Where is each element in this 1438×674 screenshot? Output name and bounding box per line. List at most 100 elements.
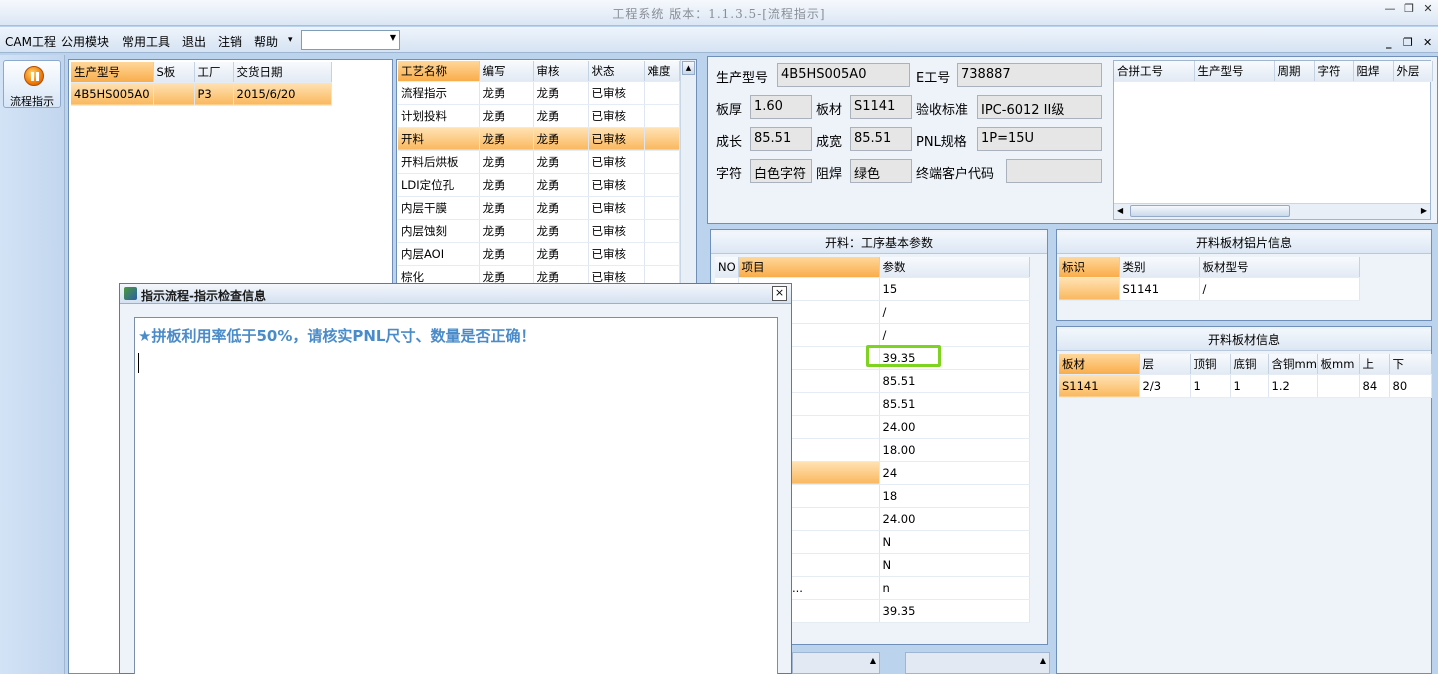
table-row[interactable]: 流程指示 龙勇 龙勇 已审核 bbox=[398, 81, 680, 105]
table-row[interactable]: 内层干膜 龙勇 龙勇 已审核 bbox=[398, 196, 680, 220]
sheet-header[interactable]: 板mm bbox=[1317, 354, 1360, 375]
bottom-scrollbar-left[interactable]: ▲ bbox=[792, 652, 880, 674]
params-header-value[interactable]: 参数 bbox=[879, 257, 1030, 278]
menu-logout[interactable]: 注销 bbox=[218, 33, 242, 50]
minimize-icon[interactable]: — bbox=[1382, 2, 1398, 16]
param-cell: 15 bbox=[879, 277, 1030, 301]
sheet-header[interactable]: 层 bbox=[1139, 354, 1191, 375]
params-header-item[interactable]: 项目 bbox=[738, 257, 880, 278]
sheet-header[interactable]: 顶铜 bbox=[1190, 354, 1231, 375]
orders-header-s[interactable]: S板 bbox=[153, 62, 195, 83]
table-row[interactable]: 4B5HS005A0 P3 2015/6/20 bbox=[71, 82, 332, 106]
sheet-header[interactable]: 下 bbox=[1389, 354, 1432, 375]
process-header-reviewer[interactable]: 审核 bbox=[533, 61, 589, 82]
sheet-header[interactable]: 底铜 bbox=[1230, 354, 1269, 375]
merge-header-job[interactable]: 合拼工号 bbox=[1114, 61, 1195, 82]
dialog-title: 指示流程-指示检查信息 bbox=[141, 289, 266, 303]
process-cell: 龙勇 bbox=[479, 104, 534, 128]
merge-header-model[interactable]: 生产型号 bbox=[1194, 61, 1275, 82]
process-guide-label: 流程指示 bbox=[10, 95, 54, 108]
alu-header-mark[interactable]: 标识 bbox=[1059, 257, 1120, 278]
chevron-down-icon[interactable]: ▼ bbox=[390, 33, 396, 42]
table-row[interactable]: LDI定位孔 龙勇 龙勇 已审核 bbox=[398, 173, 680, 197]
title-bar: 工程系统 版本：1.1.3.5-[流程指示] — ❐ ✕ bbox=[0, 0, 1438, 26]
scroll-thumb[interactable] bbox=[1130, 205, 1290, 217]
alu-header-type[interactable]: 类别 bbox=[1119, 257, 1200, 278]
sheet-cell: 2/3 bbox=[1139, 374, 1191, 398]
message-textarea[interactable]: ★拼板利用率低于50%，请核实PNL尺寸、数量是否正确！ bbox=[134, 317, 778, 674]
scroll-right-icon[interactable]: ▶ bbox=[1421, 206, 1427, 215]
char-label: 字符 bbox=[716, 167, 743, 182]
pnl-field[interactable]: 1P=15U bbox=[977, 127, 1102, 151]
orders-header-factory[interactable]: 工厂 bbox=[194, 62, 234, 83]
table-row[interactable]: 内层蚀刻 龙勇 龙勇 已审核 bbox=[398, 219, 680, 243]
dialog-title-bar[interactable]: 指示流程-指示检查信息 × bbox=[120, 284, 791, 304]
merge-panel: 合拼工号 生产型号 周期 字符 阻焊 外层 ◀ ▶ bbox=[1113, 60, 1433, 220]
sheet-header[interactable]: 板材 bbox=[1059, 354, 1140, 375]
scroll-up-icon[interactable]: ▲ bbox=[870, 656, 876, 665]
alu-cell: / bbox=[1199, 277, 1360, 301]
standard-field[interactable]: IPC-6012 II级 bbox=[977, 95, 1102, 119]
e-no-label: E工号 bbox=[916, 71, 951, 86]
process-panel: 工艺名称 编写 审核 状态 难度 流程指示 龙勇 龙勇 已审核 计划投料 龙勇 龙勇 已审核开… bbox=[396, 59, 697, 289]
scroll-up-icon[interactable]: ▲ bbox=[682, 61, 695, 75]
customer-field[interactable] bbox=[1006, 159, 1102, 183]
char-field[interactable]: 白色字符 bbox=[750, 159, 812, 183]
chevron-down-icon[interactable]: ▾ bbox=[288, 35, 293, 45]
scroll-up-icon[interactable]: ▲ bbox=[1040, 656, 1046, 665]
menu-common-tools[interactable]: 常用工具 bbox=[122, 33, 170, 50]
merge-header-mask[interactable]: 阻焊 bbox=[1353, 61, 1394, 82]
merge-header-char[interactable]: 字符 bbox=[1314, 61, 1354, 82]
close-icon[interactable]: × bbox=[772, 286, 787, 301]
mdi-restore-icon[interactable]: ❐ bbox=[1403, 36, 1413, 49]
table-row[interactable]: 计划投料 龙勇 龙勇 已审核 bbox=[398, 104, 680, 128]
process-cell: 已审核 bbox=[588, 173, 645, 197]
params-header-no[interactable]: NO bbox=[715, 257, 739, 278]
params-title: 开料：工序基本参数 bbox=[711, 232, 1047, 254]
table-row[interactable]: 开料 龙勇 龙勇 已审核 bbox=[398, 127, 680, 151]
process-header-difficulty[interactable]: 难度 bbox=[644, 61, 680, 82]
menu-cam[interactable]: CAM工程 bbox=[5, 33, 56, 50]
e-no-field[interactable]: 738887 bbox=[957, 63, 1102, 87]
merge-hscrollbar[interactable]: ◀ ▶ bbox=[1114, 203, 1430, 219]
menu-exit[interactable]: 退出 bbox=[182, 33, 206, 50]
thickness-field[interactable]: 1.60 bbox=[750, 95, 812, 119]
bottom-scrollbar-right[interactable]: ▲ bbox=[905, 652, 1050, 674]
process-header-writer[interactable]: 编写 bbox=[479, 61, 534, 82]
mdi-minimize-icon[interactable]: _ bbox=[1386, 36, 1392, 49]
menu-bar: CAM工程 公用模块 常用工具 退出 注销 帮助 ▾ bbox=[0, 27, 1438, 53]
process-header-status[interactable]: 状态 bbox=[588, 61, 645, 82]
sheet-header[interactable]: 含铜mm bbox=[1268, 354, 1318, 375]
table-row[interactable]: 内层AOI 龙勇 龙勇 已审核 bbox=[398, 242, 680, 266]
restore-icon[interactable]: ❐ bbox=[1401, 2, 1417, 16]
alu-header-model[interactable]: 板材型号 bbox=[1199, 257, 1360, 278]
width-field[interactable]: 85.51 bbox=[850, 127, 912, 151]
table-row[interactable]: S1141 2/3 1 1 1.2 84 80 bbox=[1059, 374, 1432, 398]
process-guide-button[interactable]: 流程指示 bbox=[3, 60, 61, 108]
mdi-close-icon[interactable]: ✕ bbox=[1423, 36, 1432, 49]
orders-header-date[interactable]: 交货日期 bbox=[233, 62, 332, 83]
process-header-name[interactable]: 工艺名称 bbox=[398, 61, 480, 82]
toolbar-combo[interactable]: ▼ bbox=[301, 30, 400, 50]
left-navbar: 流程指示 bbox=[0, 55, 65, 674]
menu-help[interactable]: 帮助 bbox=[254, 33, 278, 50]
order-date: 2015/6/20 bbox=[233, 82, 332, 106]
merge-header-period[interactable]: 周期 bbox=[1274, 61, 1315, 82]
material-field[interactable]: S1141 bbox=[850, 95, 912, 119]
table-row[interactable]: 开料后烘板 龙勇 龙勇 已审核 bbox=[398, 150, 680, 174]
length-field[interactable]: 85.51 bbox=[750, 127, 812, 151]
param-cell: 24 bbox=[879, 461, 1030, 485]
table-row[interactable]: S1141 / bbox=[1059, 277, 1360, 301]
orders-header-model[interactable]: 生产型号 bbox=[71, 62, 154, 83]
process-scrollbar[interactable]: ▲ bbox=[680, 60, 696, 288]
mask-field[interactable]: 绿色 bbox=[850, 159, 912, 183]
close-icon[interactable]: ✕ bbox=[1420, 2, 1436, 16]
process-cell: 龙勇 bbox=[533, 173, 589, 197]
process-cell: 龙勇 bbox=[533, 150, 589, 174]
scroll-left-icon[interactable]: ◀ bbox=[1117, 206, 1123, 215]
menu-public-modules[interactable]: 公用模块 bbox=[61, 33, 109, 50]
process-cell bbox=[644, 127, 680, 151]
prod-model-field[interactable]: 4B5HS005A0 bbox=[777, 63, 910, 87]
merge-header-outer[interactable]: 外层 bbox=[1393, 61, 1433, 82]
sheet-header[interactable]: 上 bbox=[1359, 354, 1390, 375]
